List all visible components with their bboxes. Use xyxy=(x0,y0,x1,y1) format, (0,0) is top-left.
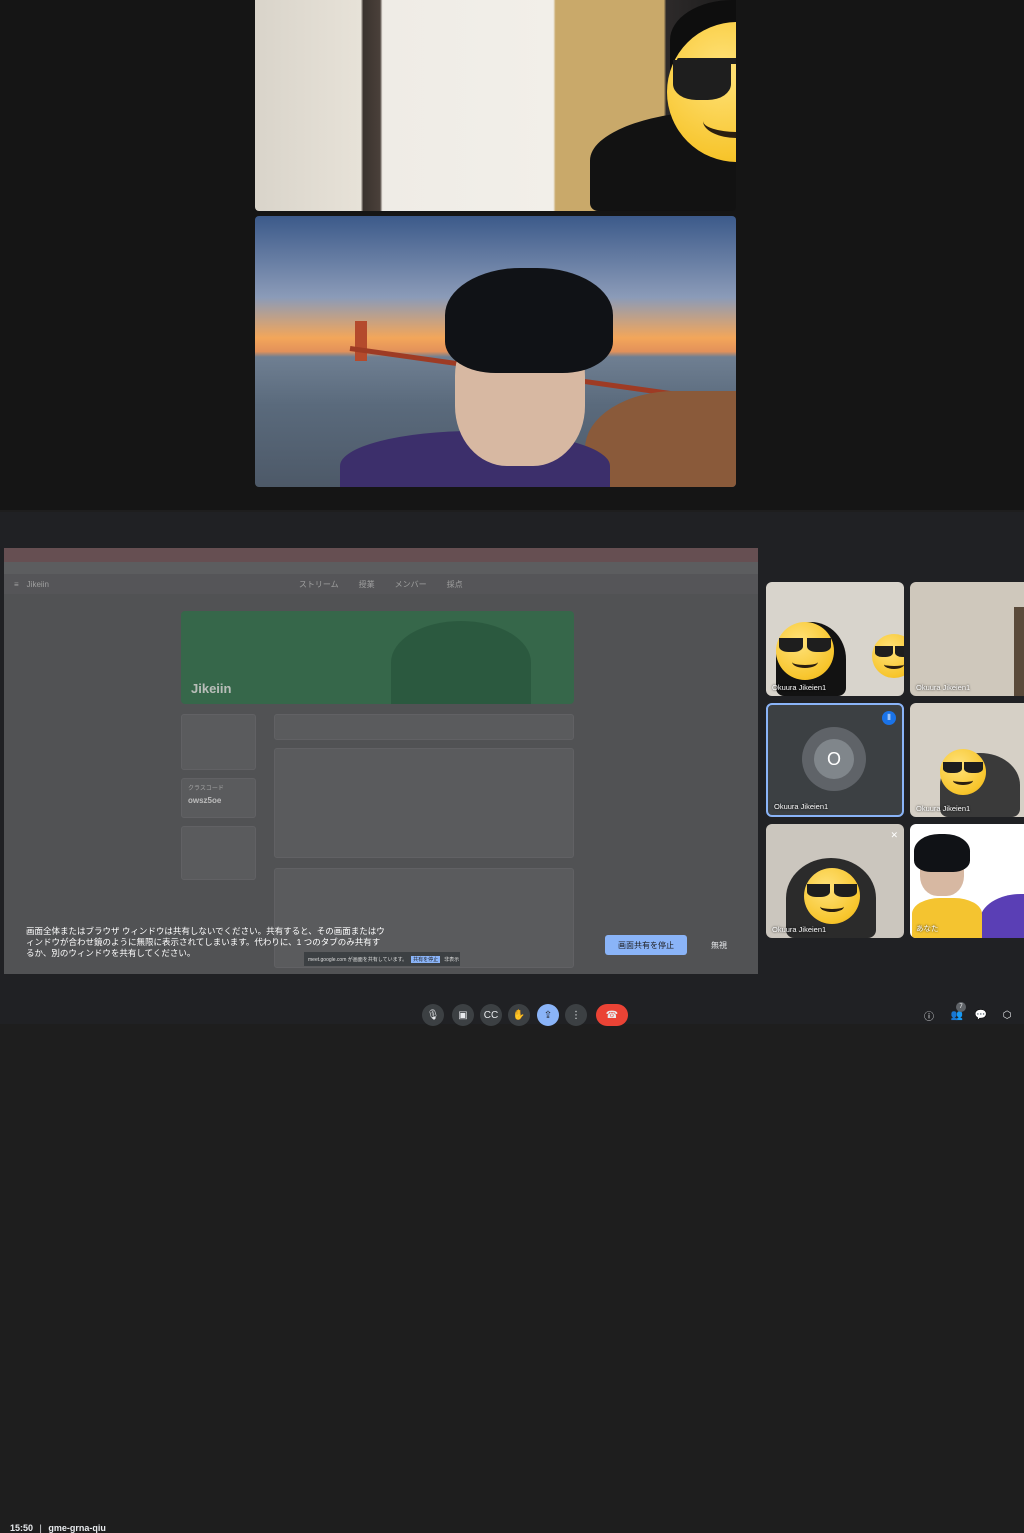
participant-name: Okuura Jikeien1 xyxy=(916,804,971,813)
captions-button[interactable]: CC xyxy=(480,1004,502,1026)
raise-hand-button[interactable]: ✋ xyxy=(508,1004,530,1026)
bridge-tower xyxy=(355,321,367,361)
participant-name: Okuura Jikeien1 xyxy=(774,802,829,811)
meeting-code: gme-grna-qiu xyxy=(48,1523,106,1533)
muted-icon: ✕ xyxy=(890,830,898,840)
participant-tile-4[interactable]: Okuura Jikeien1 xyxy=(910,703,1024,817)
main-video-area xyxy=(0,0,1024,510)
participant-name: Okuura Jikeien1 xyxy=(772,683,827,692)
sunglasses-emoji-icon xyxy=(776,622,834,680)
clock: 15:50 xyxy=(10,1523,34,1533)
activities-button[interactable]: ⬡ xyxy=(996,1004,1018,1026)
end-call-button[interactable]: ☎ xyxy=(596,1004,628,1026)
sunglasses-emoji-icon xyxy=(872,634,904,678)
participant-video-1[interactable] xyxy=(255,0,736,211)
present-button[interactable]: ⇪ xyxy=(537,1004,559,1026)
sharing-bar-text: meet.google.com が画面を共有しています。 xyxy=(308,956,408,963)
meeting-info: 15:50 | gme-grna-qiu xyxy=(10,1523,106,1533)
participant-tile-self[interactable]: あなた xyxy=(910,824,1024,938)
stop-sharing-button[interactable]: 画面共有を停止 xyxy=(605,935,687,955)
ignore-button[interactable]: 無視 xyxy=(704,935,734,955)
shared-screen: ≡ Jikeiin ストリーム 授業 メンバー 採点 Jikeiin クラスコー… xyxy=(4,548,758,974)
participant-name: Okuura Jikeien1 xyxy=(916,683,971,692)
sharing-bar-hide-button[interactable]: 非表示 xyxy=(444,956,459,963)
avatar-initial: O xyxy=(814,739,854,779)
participant-tile-3-active[interactable]: O ⦀ Okuura Jikeien1 xyxy=(766,703,904,817)
participant-name: あなた xyxy=(916,924,939,933)
participant-tile-2[interactable]: Okuura Jikeien1 xyxy=(910,582,1024,696)
participant-hair xyxy=(445,268,613,373)
participant-hair xyxy=(914,834,970,872)
speaking-indicator-icon: ⦀ xyxy=(882,711,896,725)
presentation-area: ≡ Jikeiin ストリーム 授業 メンバー 採点 Jikeiin クラスコー… xyxy=(0,512,1024,1533)
meeting-details-icon[interactable]: ⓘ xyxy=(918,1004,940,1026)
sunglasses-emoji-icon xyxy=(940,749,986,795)
share-overlay xyxy=(4,548,758,974)
more-options-button[interactable]: ⋮ xyxy=(565,1004,587,1026)
sunglasses-emoji-icon xyxy=(804,868,860,924)
separator: | xyxy=(39,1523,42,1533)
participant-video-2[interactable] xyxy=(255,216,736,487)
room-shelf xyxy=(1014,607,1024,696)
avatar: O xyxy=(802,727,866,791)
participant-tile-5[interactable]: ✕ Okuura Jikeien1 xyxy=(766,824,904,938)
camera-button[interactable]: ▣ xyxy=(452,1004,474,1026)
participant-name: Okuura Jikeien1 xyxy=(772,925,827,934)
chat-button[interactable]: 💬 xyxy=(970,1004,992,1026)
sharing-indicator-bar: meet.google.com が画面を共有しています。 共有を停止 非表示 xyxy=(304,952,460,966)
microphone-button[interactable]: 🎙 xyxy=(422,1004,444,1026)
participant-tile-1[interactable]: Okuura Jikeien1 xyxy=(766,582,904,696)
sharing-bar-stop-button[interactable]: 共有を停止 xyxy=(411,955,441,963)
people-count-badge: 7 xyxy=(956,1002,966,1012)
self-view-bg xyxy=(980,894,1024,938)
